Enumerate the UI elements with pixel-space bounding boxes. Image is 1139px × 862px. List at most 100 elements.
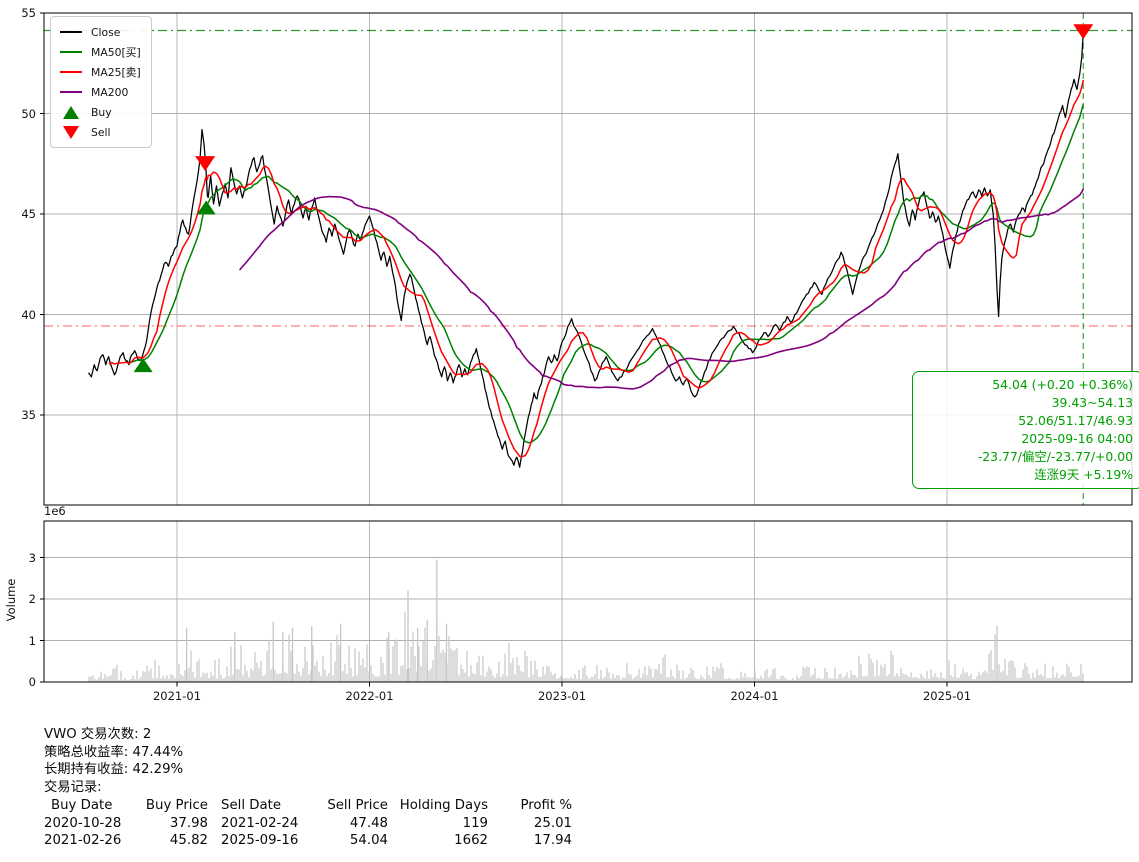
volume-bar [966, 672, 967, 682]
volume-bar [354, 648, 355, 682]
volume-bar [538, 677, 539, 682]
volume-bar [606, 668, 607, 682]
volume-bar [744, 673, 745, 682]
volume-bar [864, 676, 865, 682]
volume-bar [742, 677, 743, 682]
date-axis-tick-label: 2022-01 [330, 688, 410, 704]
volume-bar [1064, 676, 1065, 682]
volume-axis-tick-label: 0 [0, 674, 36, 690]
volume-bar [682, 671, 683, 682]
volume-bar [710, 678, 711, 682]
volume-bar [780, 676, 781, 682]
volume-bar [290, 651, 291, 682]
volume-bar [274, 670, 275, 682]
volume-bar [444, 653, 445, 682]
volume-bar-spike [996, 626, 997, 682]
volume-bar [428, 671, 429, 682]
volume-bar [366, 644, 367, 682]
volume-bar [216, 679, 217, 682]
signal-info-box: 54.04 (+0.20 +0.36%)39.43~54.1352.06/51.… [912, 371, 1139, 489]
stats-line-buyhold-return: 长期持有收益: 42.29% [44, 761, 572, 779]
volume-bar [906, 675, 907, 682]
volume-bar [752, 677, 753, 682]
volume-bar [362, 658, 363, 682]
ma200-line [240, 189, 1084, 389]
volume-bar [318, 672, 319, 682]
volume-bar [720, 663, 721, 682]
volume-bar [848, 678, 849, 682]
volume-bar [396, 639, 397, 682]
volume-bar [630, 674, 631, 682]
volume-bar [92, 675, 93, 682]
volume-bar-spike [282, 632, 283, 682]
volume-bar [678, 670, 679, 682]
volume-bar [1004, 659, 1005, 682]
volume-bar [204, 673, 205, 682]
volume-bar [984, 670, 985, 682]
info-box-line: 2025-09-16 04:00 [919, 430, 1133, 448]
volume-bar [424, 627, 425, 682]
volume-bar [506, 676, 507, 682]
volume-bar [1020, 678, 1021, 682]
volume-bar [432, 660, 433, 682]
volume-bar [912, 678, 913, 682]
volume-bar [346, 674, 347, 682]
volume-bar [320, 676, 321, 682]
volume-bar [1002, 671, 1003, 682]
volume-bar [298, 672, 299, 682]
legend-line-swatch [59, 51, 83, 53]
volume-bar [890, 651, 891, 682]
volume-bar [172, 675, 173, 682]
volume-plot-frame [44, 521, 1132, 682]
volume-bar [266, 651, 267, 682]
volume-bar [1018, 678, 1019, 682]
volume-bar [176, 664, 177, 682]
volume-bar [414, 656, 415, 682]
volume-bar-spike [234, 632, 235, 682]
volume-bar [106, 677, 107, 682]
volume-bar [946, 679, 947, 682]
volume-bar [332, 675, 333, 682]
buy-triangle-icon [59, 106, 83, 119]
info-box-line: 54.04 (+0.20 +0.36%) [919, 376, 1133, 394]
legend-label: MA200 [91, 86, 128, 99]
volume-bar [386, 637, 387, 682]
volume-bar-spike [388, 632, 389, 682]
volume-bar [110, 675, 111, 682]
volume-bar [516, 657, 517, 682]
volume-bar [834, 668, 835, 682]
trades-table-cell: 2020-10-28 [44, 815, 138, 833]
volume-bar [262, 676, 263, 682]
volume-bar [456, 648, 457, 682]
volume-bar [352, 676, 353, 682]
volume-bar [850, 671, 851, 682]
volume-bar [382, 663, 383, 682]
volume-bar [756, 678, 757, 682]
volume-bar [574, 674, 575, 682]
volume-bar [898, 676, 899, 682]
volume-bar [278, 674, 279, 682]
legend-label: Sell [91, 126, 111, 139]
volume-axis-tick-label: 1 [0, 633, 36, 649]
volume-bar [264, 675, 265, 682]
trades-table: Buy DateBuy PriceSell DateSell PriceHold… [44, 797, 572, 850]
volume-bar [368, 672, 369, 682]
volume-bar [558, 678, 559, 682]
volume-bar [676, 665, 677, 682]
volume-bar [142, 671, 143, 682]
volume-bar [608, 672, 609, 682]
volume-bar [688, 674, 689, 682]
volume-bar [1022, 670, 1023, 682]
volume-bar [602, 678, 603, 682]
volume-bar [370, 665, 371, 682]
volume-bar [668, 677, 669, 682]
volume-bar [190, 650, 191, 682]
volume-bar [582, 668, 583, 682]
volume-bar [992, 670, 993, 682]
price-axis-tick-label: 55 [0, 5, 36, 21]
trades-table-cell: 2021-02-26 [44, 832, 138, 850]
volume-bar [450, 649, 451, 682]
volume-bar [208, 678, 209, 682]
volume-bar [1010, 660, 1011, 682]
volume-bar [818, 677, 819, 682]
